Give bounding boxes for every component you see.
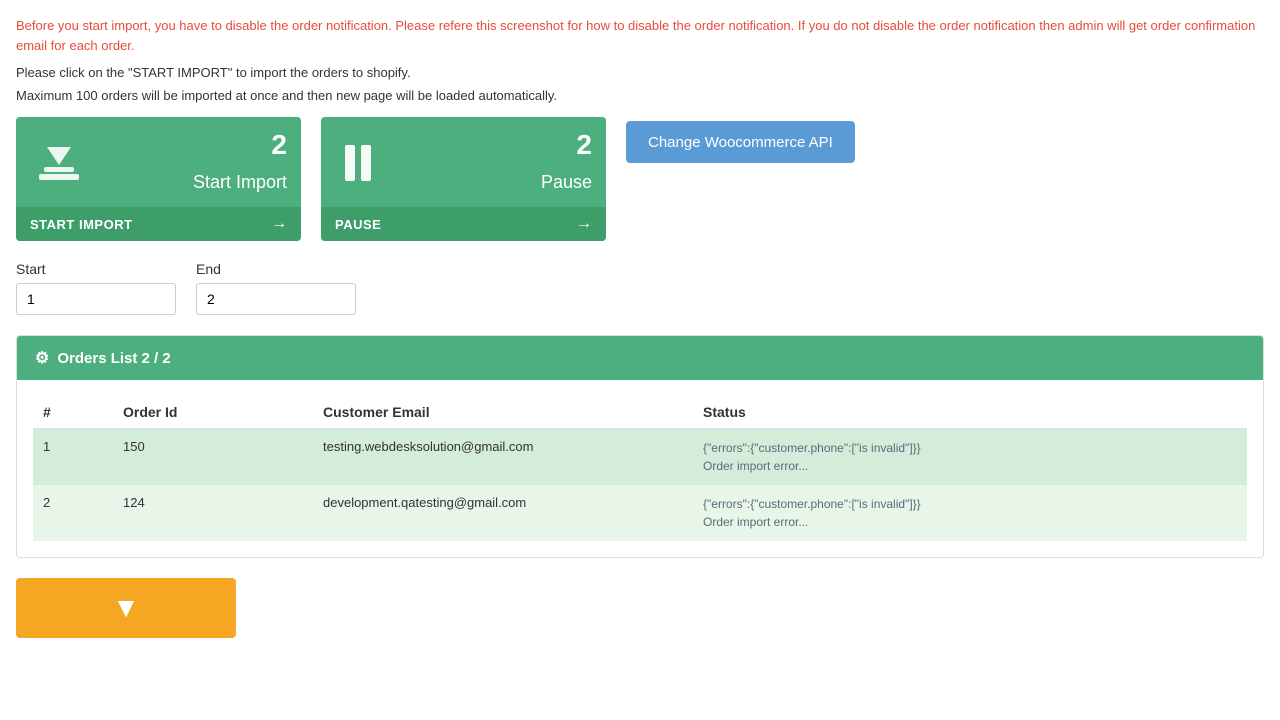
col-header-order-id: Order Id [113,396,313,429]
col-header-status: Status [693,396,1247,429]
table-row: 2124development.qatesting@gmail.com{"err… [33,485,1247,541]
start-import-label: Start Import [193,172,287,193]
orders-table-wrapper: # Order Id Customer Email Status 1150tes… [17,380,1263,557]
orders-header: ⚙ Orders List 2 / 2 [17,336,1263,380]
orders-table: # Order Id Customer Email Status 1150tes… [33,396,1247,541]
start-import-card[interactable]: 2 Start Import START IMPORT → [16,117,301,241]
start-import-arrow-icon: → [271,215,287,233]
pause-count: 2 [576,129,592,161]
pause-icon [337,145,371,181]
end-label: End [196,261,356,277]
cell-email: development.qatesting@gmail.com [313,485,693,541]
cell-status: {"errors":{"customer.phone":["is invalid… [693,485,1247,541]
table-row: 1150testing.webdesksolution@gmail.com{"e… [33,429,1247,486]
start-label: Start [16,261,176,277]
cell-status: {"errors":{"customer.phone":["is invalid… [693,429,1247,486]
orders-section: ⚙ Orders List 2 / 2 # Order Id Customer … [16,335,1264,558]
pause-label: Pause [541,172,592,193]
table-header-row: # Order Id Customer Email Status [33,396,1247,429]
orders-title: Orders List 2 / 2 [57,350,170,367]
cell-email: testing.webdesksolution@gmail.com [313,429,693,486]
col-header-hash: # [33,396,113,429]
action-cards-row: 2 Start Import START IMPORT → 2 Pause PA… [16,117,1264,241]
change-woocommerce-api-button[interactable]: Change Woocommerce API [626,121,855,163]
start-import-footer[interactable]: START IMPORT → [16,207,301,241]
cell-num: 2 [33,485,113,541]
bottom-card[interactable]: ▼ [16,578,236,638]
start-import-count: 2 [271,129,287,161]
bottom-card-icon: ▼ [112,592,140,624]
end-field-group: End [196,261,356,315]
pause-footer[interactable]: PAUSE → [321,207,606,241]
start-import-footer-text: START IMPORT [30,217,133,232]
end-input[interactable] [196,283,356,315]
import-icon [32,136,86,190]
info-text-2: Maximum 100 orders will be imported at o… [16,88,1264,103]
cell-num: 1 [33,429,113,486]
cell-order-id: 150 [113,429,313,486]
pause-card[interactable]: 2 Pause PAUSE → [321,117,606,241]
start-end-form: Start End [16,261,1264,315]
start-input[interactable] [16,283,176,315]
info-text-1: Please click on the "START IMPORT" to im… [16,65,1264,80]
orders-icon: ⚙ [35,348,49,368]
pause-arrow-icon: → [576,215,592,233]
col-header-email: Customer Email [313,396,693,429]
pause-footer-text: PAUSE [335,217,381,232]
cell-order-id: 124 [113,485,313,541]
start-field-group: Start [16,261,176,315]
warning-message: Before you start import, you have to dis… [16,16,1264,55]
